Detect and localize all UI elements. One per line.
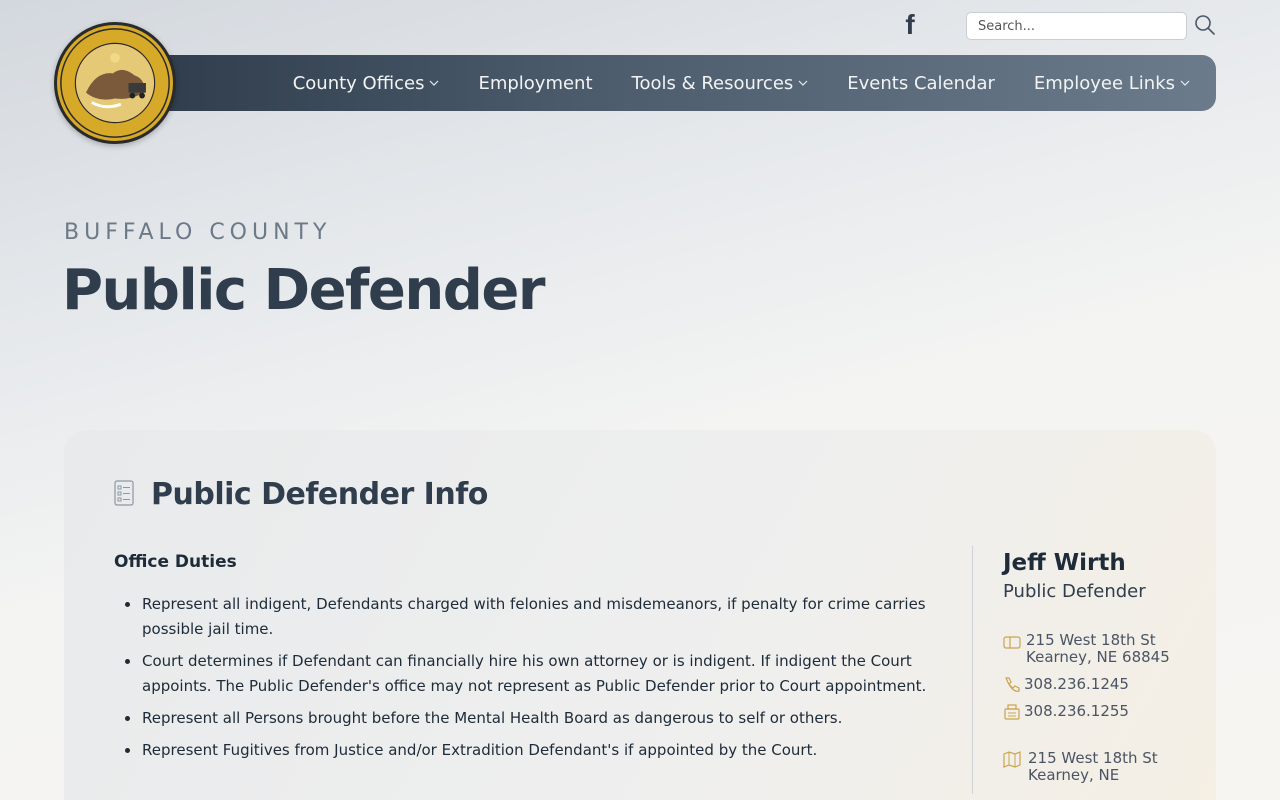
- phone-number[interactable]: 308.236.1245: [1024, 676, 1129, 693]
- page-title: Public Defender: [62, 258, 545, 323]
- duties-list: Represent all indigent, Defendants charg…: [114, 592, 944, 770]
- list-item: Court determines if Defendant can financ…: [114, 649, 944, 699]
- info-card-title: Public Defender Info: [151, 477, 488, 512]
- chevron-down-icon: [1180, 80, 1190, 86]
- nav-label: Tools & Resources: [631, 72, 794, 94]
- physical-address-line2[interactable]: Kearney, NE: [1028, 767, 1119, 784]
- info-card: Public Defender Info Office Duties Repre…: [64, 430, 1216, 800]
- search-input[interactable]: [966, 12, 1187, 40]
- county-seal-graphic: [60, 28, 170, 138]
- column-divider: [972, 546, 973, 794]
- list-item: Represent Fugitives from Justice and/or …: [114, 738, 944, 763]
- mailbox-icon: [1003, 636, 1021, 649]
- fax-icon: [1004, 704, 1020, 720]
- office-duties-heading: Office Duties: [114, 552, 237, 572]
- fax-number: 308.236.1255: [1024, 702, 1129, 720]
- mailing-address-line1: 215 West 18th St: [1026, 631, 1156, 649]
- nav-label: Events Calendar: [847, 72, 995, 94]
- facebook-icon[interactable]: f: [899, 11, 921, 39]
- list-item: Represent all Persons brought before the…: [114, 706, 944, 731]
- page-eyebrow: BUFFALO COUNTY: [64, 220, 332, 245]
- chevron-down-icon: [798, 80, 808, 86]
- list-item: Represent all indigent, Defendants charg…: [114, 592, 944, 642]
- checklist-icon: [114, 480, 134, 506]
- nav-label: Employment: [478, 72, 593, 94]
- county-seal-logo[interactable]: [54, 22, 176, 144]
- main-navigation: County Offices Employment Tools & Resour…: [150, 55, 1216, 111]
- nav-events-calendar[interactable]: Events Calendar: [847, 73, 995, 94]
- nav-employee-links[interactable]: Employee Links: [1034, 73, 1190, 94]
- nav-employment[interactable]: Employment: [478, 73, 592, 94]
- physical-address-line1[interactable]: 215 West 18th St: [1028, 750, 1158, 767]
- nav-county-offices[interactable]: County Offices: [293, 73, 440, 94]
- chevron-down-icon: [430, 80, 439, 86]
- contact-name: Jeff Wirth: [1003, 550, 1126, 576]
- contact-role: Public Defender: [1003, 581, 1146, 602]
- phone-icon: [1005, 677, 1020, 692]
- nav-label: County Offices: [292, 72, 425, 94]
- map-icon: [1003, 751, 1021, 768]
- mailing-address-line2: Kearney, NE 68845: [1026, 648, 1170, 666]
- nav-tools-resources[interactable]: Tools & Resources: [632, 73, 809, 94]
- nav-label: Employee Links: [1033, 72, 1175, 94]
- search-icon[interactable]: [1193, 13, 1217, 37]
